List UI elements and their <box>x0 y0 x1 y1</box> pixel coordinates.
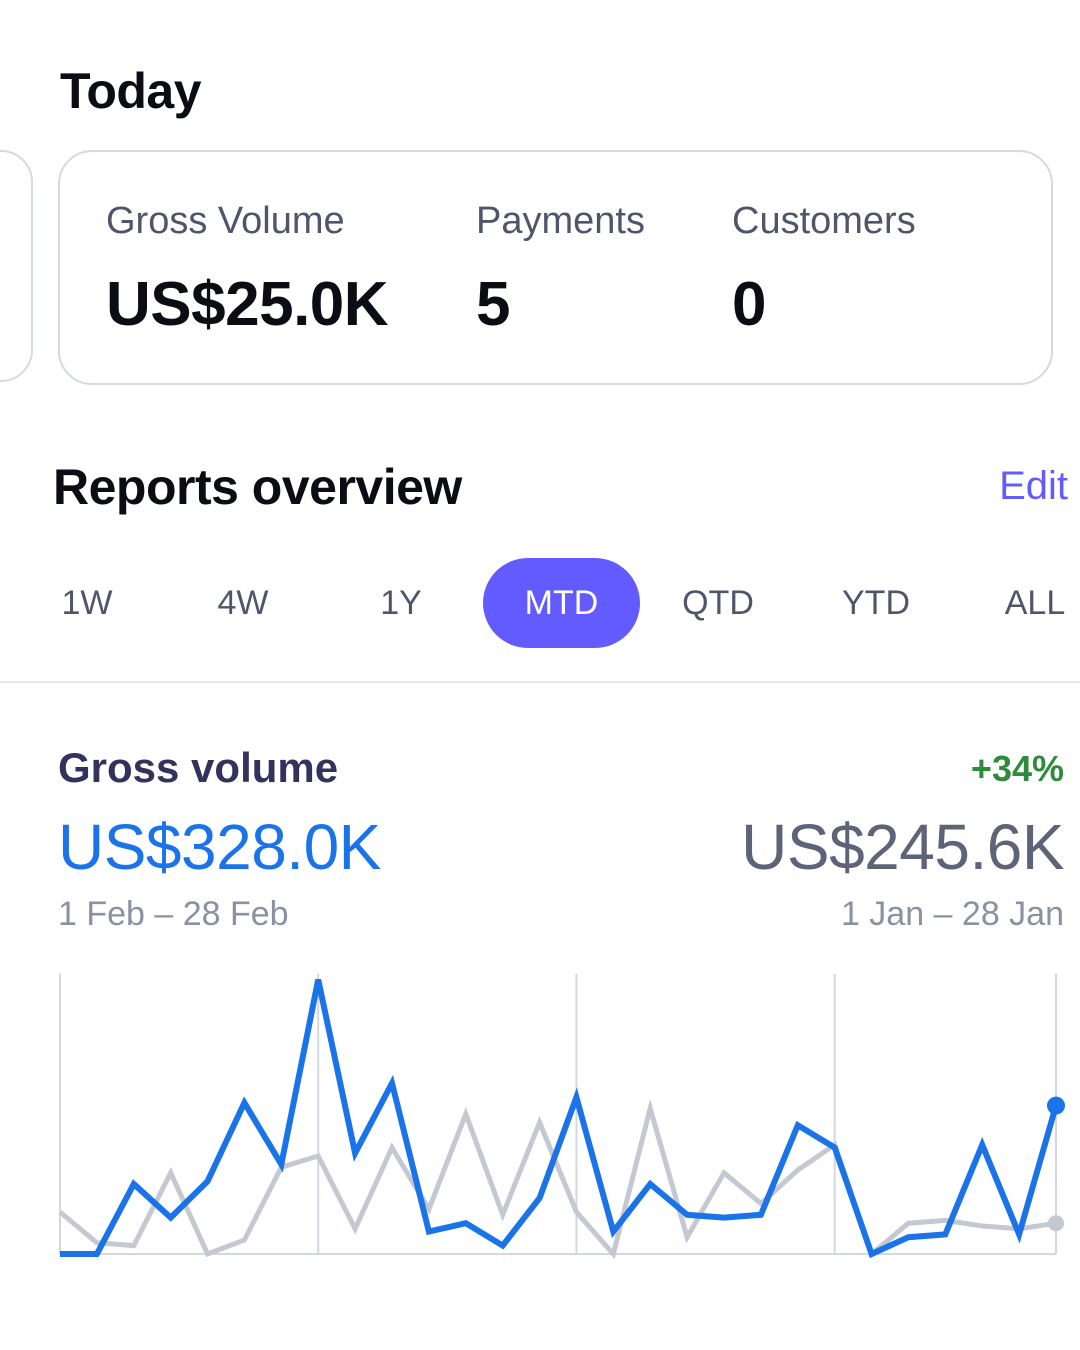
gross-volume-title: Gross volume <box>58 744 339 791</box>
gross-volume-change: +34% <box>970 748 1064 789</box>
previous-period-end-point <box>1048 1215 1064 1232</box>
gross-volume-chart[interactable] <box>0 960 1080 1270</box>
today-title: Today <box>60 63 202 119</box>
metric-payments: Payments 5 <box>476 200 645 340</box>
tab-4w[interactable]: 4W <box>198 558 288 648</box>
gross-volume-current-range: 1 Feb – 28 Feb <box>58 895 289 933</box>
metric-label: Gross Volume <box>106 200 345 242</box>
previous-summary-card[interactable] <box>0 150 33 382</box>
gross-volume-previous-value: US$245.6K <box>741 811 1064 883</box>
tab-ytd[interactable]: YTD <box>826 558 926 648</box>
current-period-end-point <box>1047 1096 1065 1115</box>
tab-1w[interactable]: 1W <box>42 558 132 648</box>
tab-qtd[interactable]: QTD <box>668 558 768 648</box>
metric-gross-volume: Gross Volume US$25.0K <box>106 200 389 340</box>
tab-all[interactable]: ALL <box>990 558 1080 648</box>
gross-volume-previous-range: 1 Jan – 28 Jan <box>840 895 1064 933</box>
edit-button[interactable]: Edit <box>999 464 1068 509</box>
today-summary-card[interactable]: Gross Volume US$25.0K Payments 5 Custome… <box>58 150 1053 385</box>
metric-value: 0 <box>732 270 766 339</box>
metric-label: Customers <box>732 200 916 242</box>
metric-label: Payments <box>476 200 645 242</box>
gross-volume-current-value: US$328.0K <box>58 811 381 883</box>
metric-customers: Customers 0 <box>732 200 916 340</box>
metric-value: US$25.0K <box>106 270 389 339</box>
metric-value: 5 <box>476 270 510 339</box>
tab-mtd[interactable]: MTD <box>483 558 640 648</box>
tab-1y[interactable]: 1Y <box>356 558 446 648</box>
reports-overview-title: Reports overview <box>53 459 462 515</box>
current-period-line <box>60 978 1059 1259</box>
divider <box>0 681 1080 683</box>
page: Today Gross Volume US$25.0K Payments 5 C… <box>0 0 1080 1350</box>
range-tabs: 1W 4W 1Y MTD QTD YTD ALL <box>0 558 1080 648</box>
